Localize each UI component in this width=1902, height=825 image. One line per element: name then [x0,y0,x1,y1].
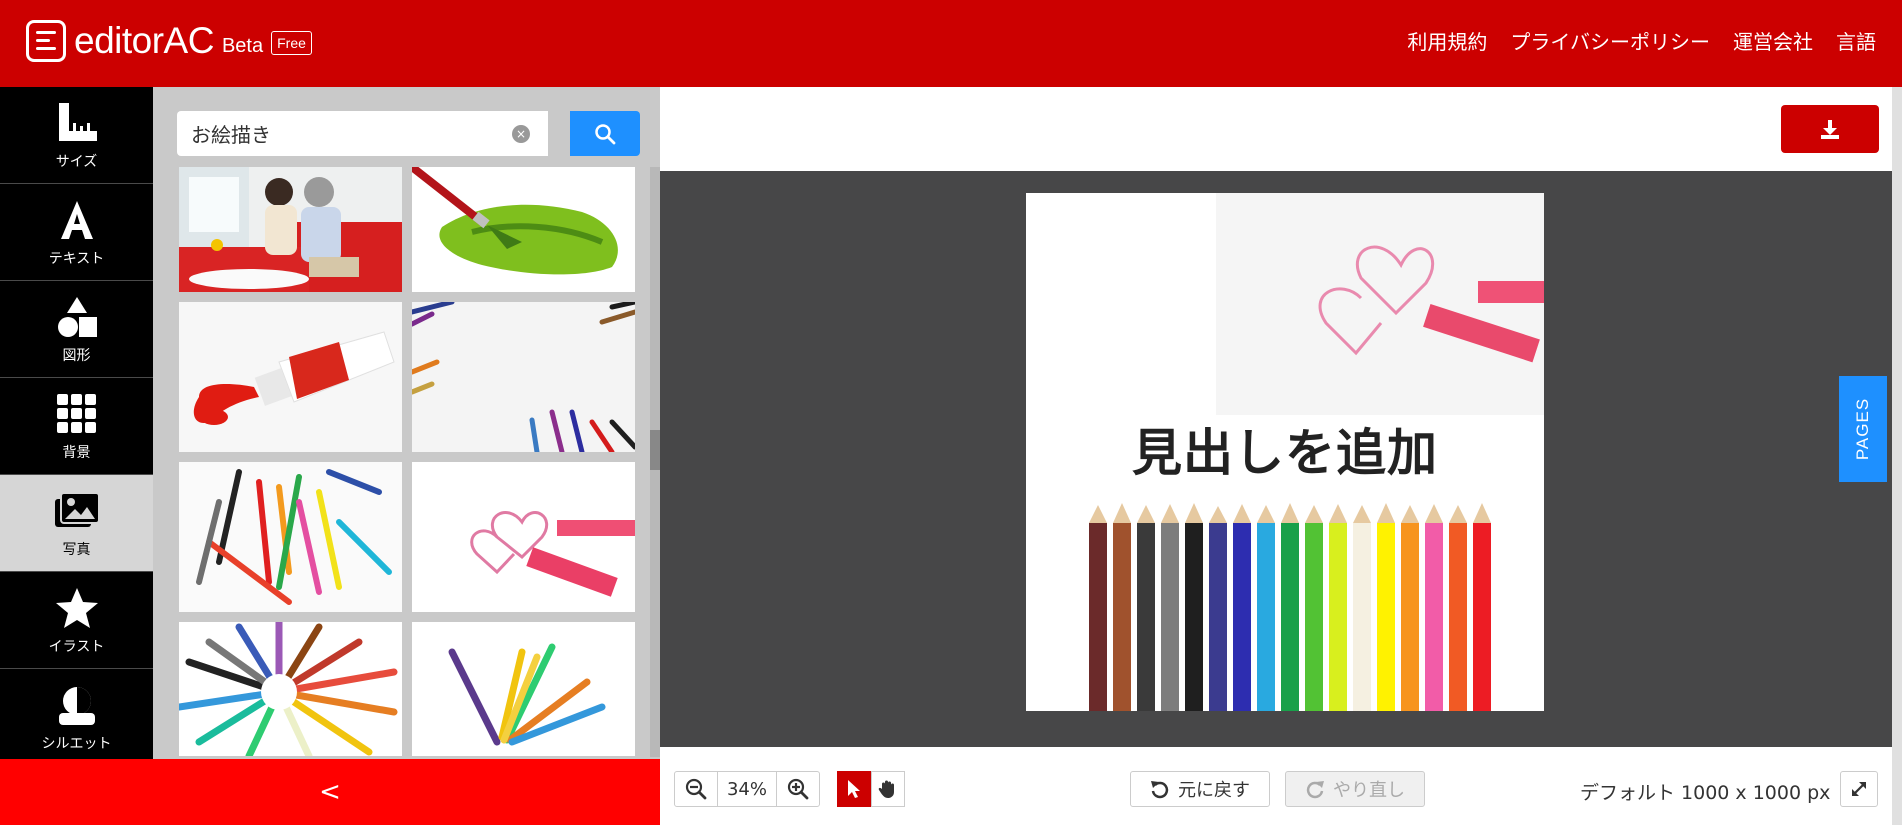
canvas-size-info: デフォルト 1000 x 1000 px [1580,782,1831,804]
tool-text-label: テキスト [48,251,105,267]
header-nav: 利用規約 プライバシーポリシー 運営会社 言語 [1407,26,1876,55]
nav-terms-link[interactable]: 利用規約 [1407,26,1487,55]
nav-language-link[interactable]: 言語 [1836,26,1876,55]
nav-privacy-link[interactable]: プライバシーポリシー [1510,26,1710,55]
zoom-out-button[interactable] [675,772,717,806]
zoom-level: 34% [717,772,777,806]
ruler-icon [53,99,101,147]
tool-sidebar: サイズ テキスト 図形 背景 写真 イラスト シルエット [0,87,153,759]
bottom-toolbar: 34% 元に戻す やり直し デフォルト 1000 x 1000 px [660,747,1892,825]
nav-company-link[interactable]: 運営会社 [1733,26,1813,55]
search-input[interactable] [177,121,497,146]
star-icon [53,584,101,632]
photo-panel: × [153,87,660,759]
photo-thumbnail[interactable] [412,622,635,756]
select-mode-button[interactable] [837,771,871,807]
canvas-stage: 見出しを追加 [660,171,1892,747]
tool-silhouette-label: シルエット [41,736,112,752]
chevron-left-icon: < [319,777,341,807]
silhouette-icon [53,681,101,729]
zoom-out-icon [685,778,707,800]
logo-icon [26,20,66,62]
zoom-in-button[interactable] [777,772,819,806]
redo-icon [1306,781,1324,799]
tool-illust[interactable]: イラスト [0,572,153,669]
text-icon [53,196,101,244]
search-icon [595,123,616,144]
tool-illust-label: イラスト [48,639,105,655]
pages-tab[interactable]: PAGES [1839,376,1887,482]
search-button[interactable] [570,111,640,156]
canvas-toolbar [660,87,1892,171]
pointer-icon [848,780,860,798]
tool-silhouette[interactable]: シルエット [0,669,153,759]
download-button[interactable] [1781,105,1879,153]
tool-background[interactable]: 背景 [0,378,153,475]
tool-text[interactable]: テキスト [0,184,153,281]
photo-thumbnail[interactable] [412,302,635,452]
panel-scroll-thumb[interactable] [650,430,660,470]
photo-thumbnail[interactable] [179,167,402,292]
photo-thumbnail[interactable] [412,462,635,612]
right-scroll-strip [1892,87,1902,825]
hand-icon [878,780,894,798]
pan-mode-button[interactable] [871,771,905,807]
photo-thumbnail[interactable] [412,167,635,292]
beta-label: Beta [221,34,264,57]
collapse-panel-button[interactable]: < [0,759,660,825]
tool-photo-label: 写真 [62,542,91,558]
photo-thumbnail[interactable] [179,462,402,612]
download-icon [1821,120,1839,139]
zoom-controls: 34% [674,771,820,807]
tool-background-label: 背景 [62,445,91,461]
undo-button[interactable]: 元に戻す [1130,771,1270,807]
expand-icon [1852,782,1866,796]
zoom-in-icon [787,778,809,800]
photo-thumbnail[interactable] [179,302,402,452]
tool-photo[interactable]: 写真 [0,475,153,572]
cursor-mode-group [837,771,905,807]
shapes-icon [53,293,101,341]
undo-label: 元に戻す [1178,780,1250,801]
redo-button[interactable]: やり直し [1285,771,1425,807]
undo-icon [1151,781,1169,799]
redo-label: やり直し [1333,780,1405,801]
tool-shapes[interactable]: 図形 [0,281,153,378]
tool-size[interactable]: サイズ [0,87,153,184]
brand-name: editorAC [74,20,214,61]
pages-tab-label: PAGES [1853,397,1873,461]
logo[interactable]: editorAC Beta Free [26,20,312,62]
photo-thumbnail[interactable] [179,622,402,756]
app-header: editorAC Beta Free 利用規約 プライバシーポリシー 運営会社 … [0,0,1902,87]
fullscreen-button[interactable] [1840,771,1878,807]
design-page[interactable]: 見出しを追加 [1026,193,1544,711]
free-badge: Free [271,31,312,55]
photo-icon [53,487,101,535]
editor-app: editorAC Beta Free 利用規約 プライバシーポリシー 運営会社 … [0,0,1902,825]
headline-text[interactable]: 見出しを追加 [1026,413,1544,485]
search-box: × [177,111,548,156]
grid-icon [53,390,101,438]
tool-size-label: サイズ [55,154,98,170]
clear-icon[interactable]: × [512,125,530,143]
photo-results [179,167,639,825]
tool-shapes-label: 図形 [62,348,91,364]
